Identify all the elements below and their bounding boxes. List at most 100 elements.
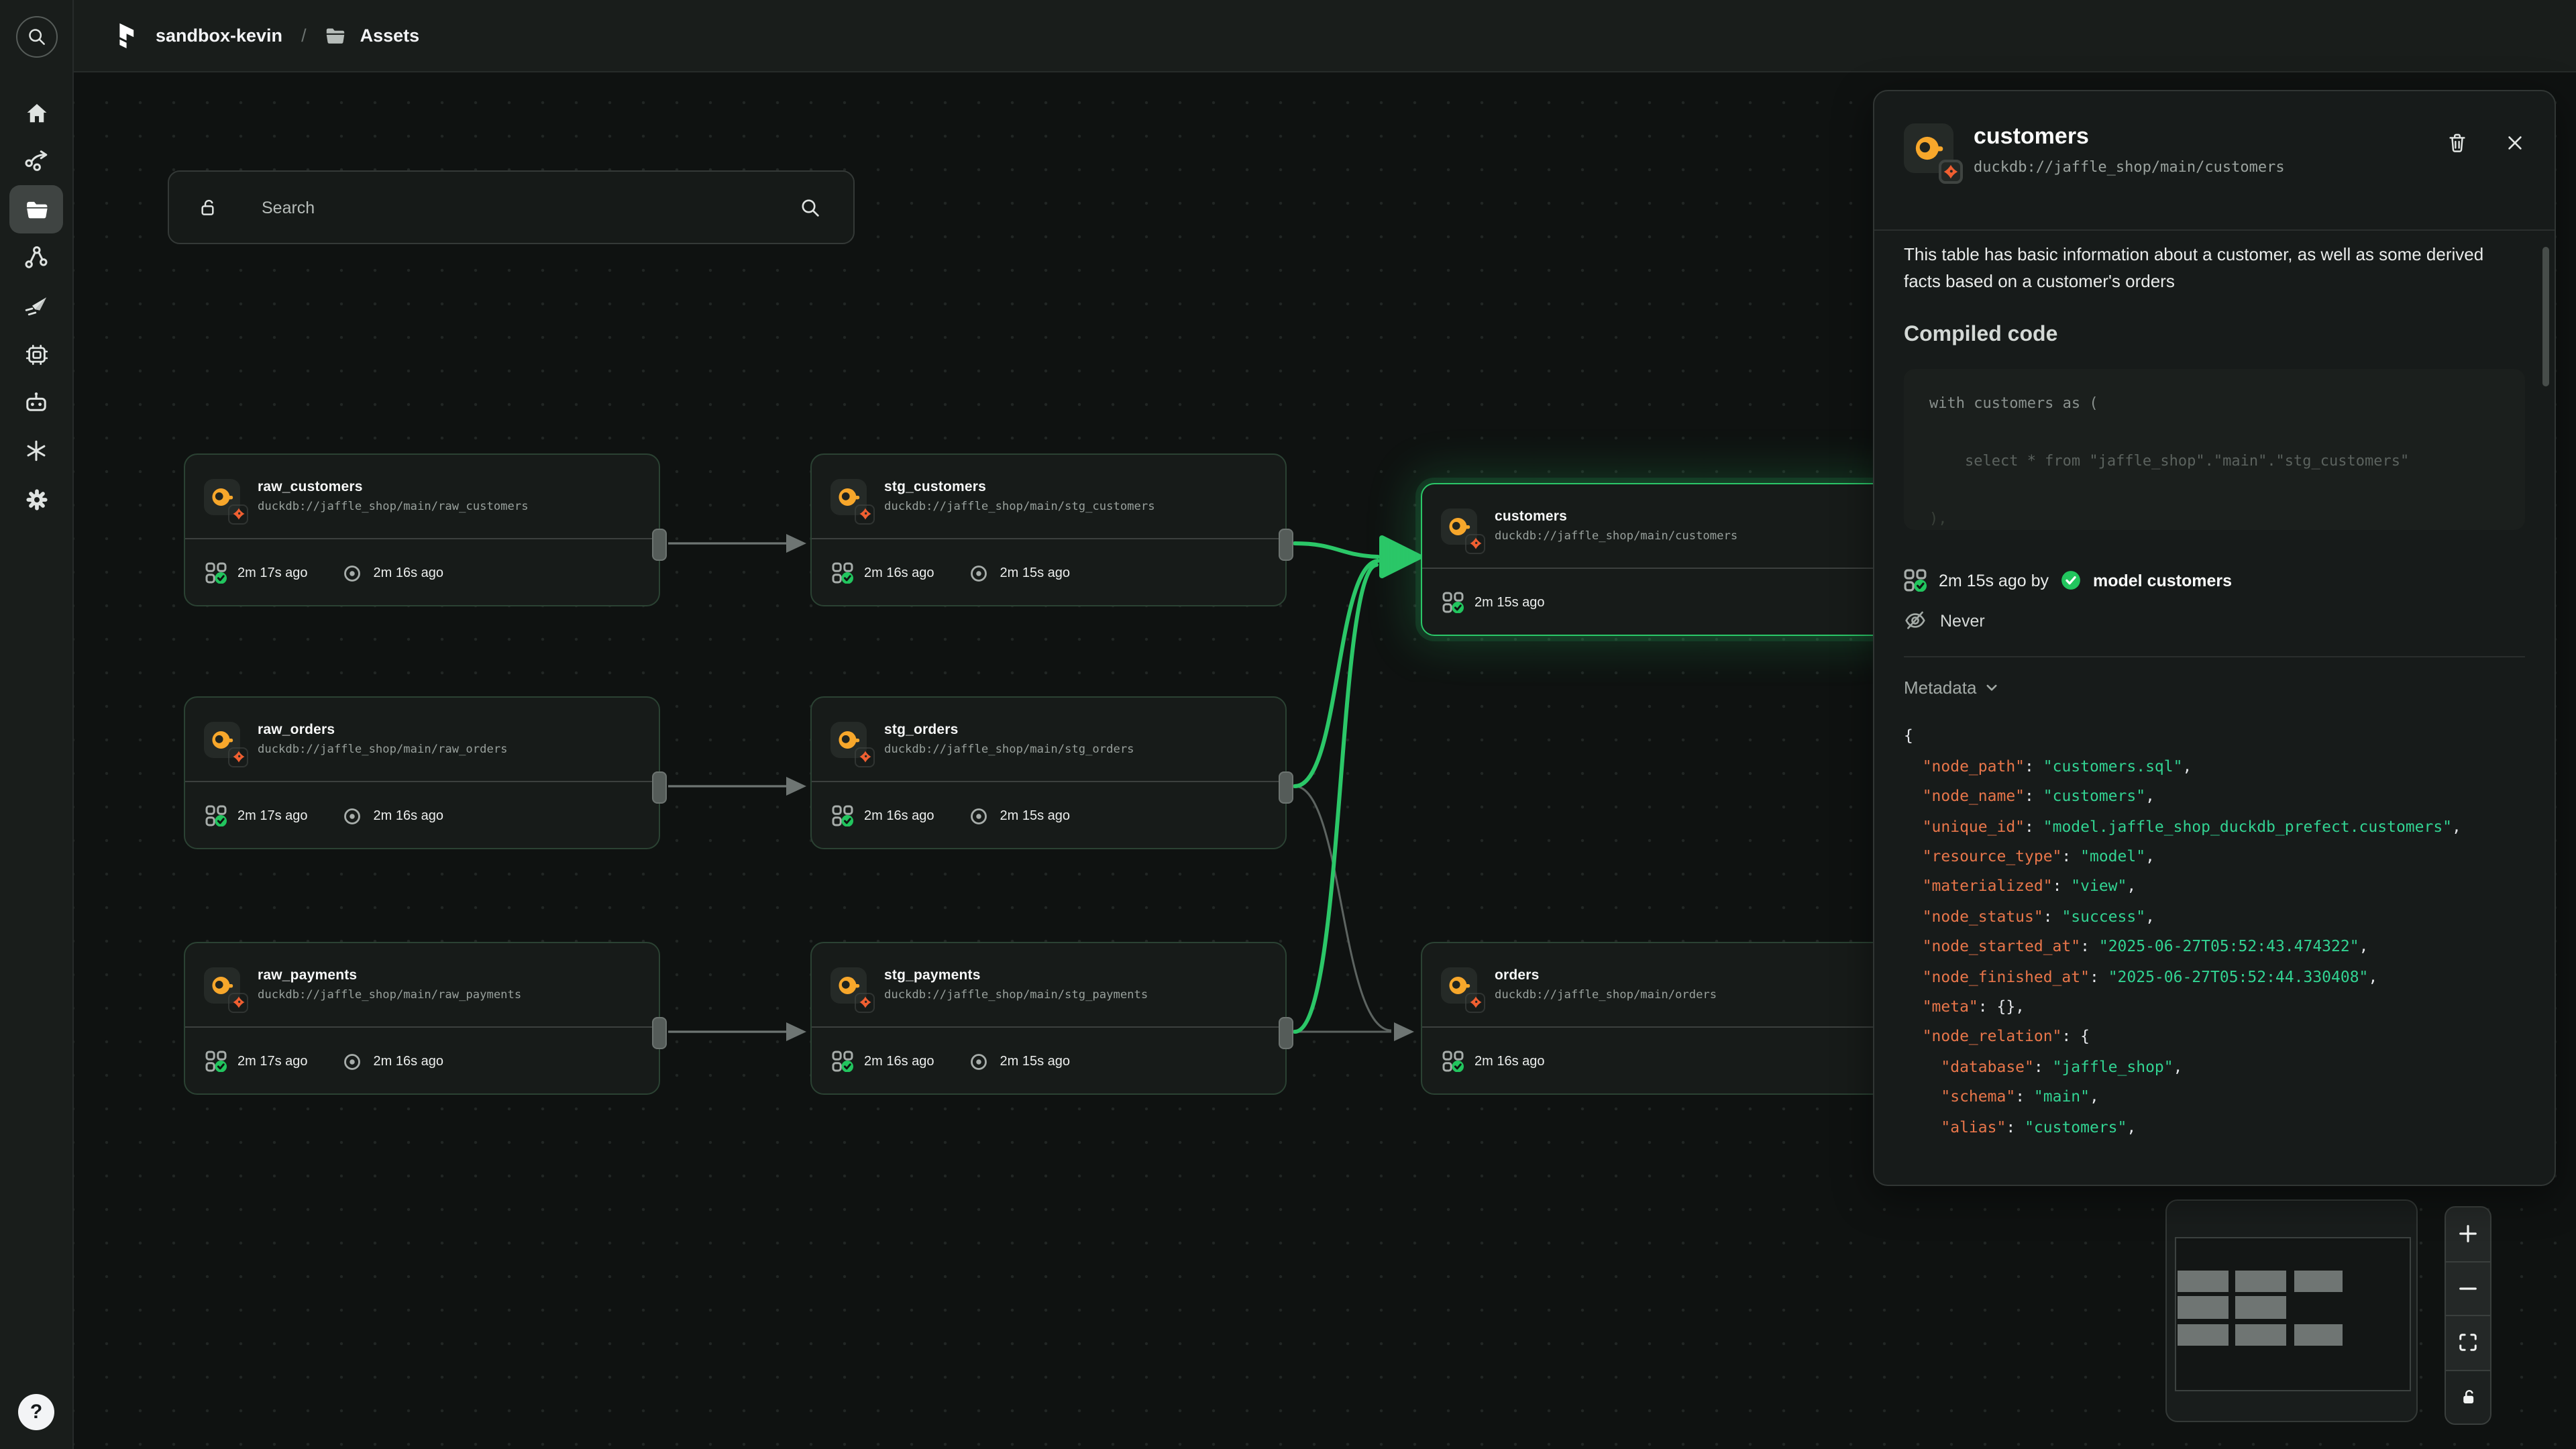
lock-toggle-button[interactable] bbox=[2446, 1371, 2490, 1424]
asset-node-orders[interactable]: orders duckdb://jaffle_shop/main/orders … bbox=[1421, 942, 1897, 1095]
minimap-node-block bbox=[2178, 1271, 2229, 1292]
cpu-chip-icon bbox=[23, 341, 49, 367]
delete-button[interactable] bbox=[2446, 131, 2469, 154]
edge-source-handle[interactable] bbox=[652, 529, 667, 561]
node-uri: duckdb://jaffle_shop/main/raw_orders bbox=[258, 743, 508, 757]
zoom-in-button[interactable] bbox=[2446, 1208, 2490, 1262]
last-run-stat: 2m 15s ago bbox=[1442, 592, 1545, 613]
panel-uri: duckdb://jaffle_shop/main/customers bbox=[1974, 158, 2285, 176]
node-footer: 2m 15s ago bbox=[1422, 568, 1896, 636]
last-run-stat: 2m 16s ago bbox=[832, 1051, 934, 1072]
asset-node-customers-selected[interactable]: customers duckdb://jaffle_shop/main/cust… bbox=[1421, 483, 1897, 636]
asset-node-raw-customers[interactable]: raw_customers duckdb://jaffle_shop/main/… bbox=[184, 453, 660, 606]
last-run-model-link[interactable]: model customers bbox=[2093, 572, 2232, 590]
node-footer: 2m 16s ago bbox=[1422, 1026, 1896, 1095]
node-title: raw_payments bbox=[258, 967, 521, 983]
dbt-badge-icon bbox=[855, 747, 875, 767]
edge-stg-orders-customers bbox=[1295, 561, 1378, 786]
runs-grid-icon bbox=[1442, 592, 1464, 613]
edge-arrowhead bbox=[786, 777, 806, 796]
sidebar-item-deployments[interactable] bbox=[9, 282, 63, 330]
selected-edge-arrowhead bbox=[1382, 538, 1419, 576]
node-header: stg_payments duckdb://jaffle_shop/main/s… bbox=[812, 943, 1285, 1026]
minimap-node-block bbox=[2178, 1296, 2229, 1319]
sidebar-item-automations[interactable] bbox=[9, 378, 63, 427]
asset-node-raw-payments[interactable]: raw_payments duckdb://jaffle_shop/main/r… bbox=[184, 942, 660, 1095]
duckdb-asset-icon bbox=[830, 967, 867, 1003]
edge-stg-payments-customers bbox=[1295, 565, 1377, 1032]
close-button[interactable] bbox=[2505, 133, 2525, 153]
observation-icon bbox=[969, 806, 989, 826]
sidebar-item-runs[interactable] bbox=[9, 137, 63, 185]
node-header: raw_payments duckdb://jaffle_shop/main/r… bbox=[185, 943, 659, 1026]
sidebar-item-home[interactable] bbox=[9, 89, 63, 137]
unlock-icon[interactable] bbox=[199, 197, 219, 217]
node-footer: 2m 17s ago 2m 16s ago bbox=[185, 1026, 659, 1095]
edge-source-handle[interactable] bbox=[1279, 1017, 1293, 1049]
metadata-toggle[interactable]: Metadata bbox=[1904, 678, 1999, 698]
metadata-json[interactable]: { "node_path": "customers.sql", "node_na… bbox=[1904, 721, 2525, 1148]
global-search-button[interactable] bbox=[15, 16, 57, 58]
asset-node-stg-customers[interactable]: stg_customers duckdb://jaffle_shop/main/… bbox=[810, 453, 1287, 606]
canvas-search-bar bbox=[168, 170, 855, 244]
last-run-stat: 2m 17s ago bbox=[205, 562, 308, 584]
last-run-stat: 2m 16s ago bbox=[832, 562, 934, 584]
panel-scrollbar-thumb[interactable] bbox=[2542, 247, 2549, 386]
dbt-badge-icon bbox=[228, 747, 248, 767]
dbt-badge-icon bbox=[228, 992, 248, 1012]
node-uri: duckdb://jaffle_shop/main/stg_customers bbox=[884, 500, 1155, 514]
duckdb-asset-icon bbox=[204, 721, 240, 757]
plus-icon bbox=[2458, 1224, 2478, 1244]
observation-icon bbox=[343, 563, 363, 583]
duckdb-asset-icon bbox=[830, 721, 867, 757]
node-header: raw_orders duckdb://jaffle_shop/main/raw… bbox=[185, 698, 659, 781]
observation-icon bbox=[969, 563, 989, 583]
duckdb-asset-icon bbox=[830, 478, 867, 515]
breadcrumb-section[interactable]: Assets bbox=[360, 25, 420, 46]
node-footer: 2m 16s ago 2m 15s ago bbox=[812, 781, 1285, 849]
dbt-badge-icon bbox=[1939, 160, 1963, 184]
node-uri: duckdb://jaffle_shop/main/raw_payments bbox=[258, 989, 521, 1002]
node-title: raw_customers bbox=[258, 479, 529, 495]
sidebar-item-variables[interactable] bbox=[9, 427, 63, 475]
minimap-node-block bbox=[2178, 1324, 2229, 1346]
asset-detail-panel: customers duckdb://jaffle_shop/main/cust… bbox=[1873, 90, 2556, 1186]
minimap-node-block bbox=[2294, 1324, 2343, 1346]
edge-source-handle[interactable] bbox=[652, 1017, 667, 1049]
sidebar-item-lineage[interactable] bbox=[9, 233, 63, 282]
edge-source-handle[interactable] bbox=[652, 771, 667, 804]
edge-source-handle[interactable] bbox=[1279, 529, 1293, 561]
help-button[interactable]: ? bbox=[18, 1394, 54, 1430]
schedule-value: Never bbox=[1940, 612, 1985, 631]
asset-node-stg-orders[interactable]: stg_orders duckdb://jaffle_shop/main/stg… bbox=[810, 696, 1287, 849]
breadcrumb-workspace[interactable]: sandbox-kevin bbox=[156, 25, 282, 46]
observation-icon bbox=[343, 1051, 363, 1071]
node-title: stg_payments bbox=[884, 967, 1148, 983]
node-footer: 2m 17s ago 2m 16s ago bbox=[185, 538, 659, 606]
asset-node-raw-orders[interactable]: raw_orders duckdb://jaffle_shop/main/raw… bbox=[184, 696, 660, 849]
sidebar-item-settings[interactable] bbox=[9, 475, 63, 523]
runs-grid-icon bbox=[205, 805, 227, 826]
minimap[interactable] bbox=[2165, 1199, 2418, 1422]
node-uri: duckdb://jaffle_shop/main/raw_customers bbox=[258, 500, 529, 514]
edge-arrowhead bbox=[786, 1022, 806, 1041]
fit-view-button[interactable] bbox=[2446, 1316, 2490, 1371]
edge-source-handle[interactable] bbox=[1279, 771, 1293, 804]
robot-icon bbox=[23, 389, 50, 416]
duckdb-asset-icon bbox=[204, 478, 240, 515]
folder-icon bbox=[325, 26, 347, 45]
zoom-out-button[interactable] bbox=[2446, 1262, 2490, 1316]
sidebar-item-work-pools[interactable] bbox=[9, 330, 63, 378]
node-footer: 2m 16s ago 2m 15s ago bbox=[812, 538, 1285, 606]
compiled-code-block[interactable]: with customers as ( select * from "jaffl… bbox=[1904, 370, 2525, 531]
chevron-down-icon bbox=[1984, 681, 1999, 696]
observation-icon bbox=[343, 806, 363, 826]
observed-stat: 2m 15s ago bbox=[969, 806, 1071, 826]
search-icon[interactable] bbox=[800, 197, 821, 218]
sidebar-item-assets[interactable] bbox=[9, 185, 63, 233]
asset-node-stg-payments[interactable]: stg_payments duckdb://jaffle_shop/main/s… bbox=[810, 942, 1287, 1095]
metadata-label: Metadata bbox=[1904, 678, 1976, 698]
edge-stg-orders-orders bbox=[1295, 786, 1391, 1030]
search-input[interactable] bbox=[259, 197, 800, 218]
node-header: orders duckdb://jaffle_shop/main/orders bbox=[1422, 943, 1896, 1026]
